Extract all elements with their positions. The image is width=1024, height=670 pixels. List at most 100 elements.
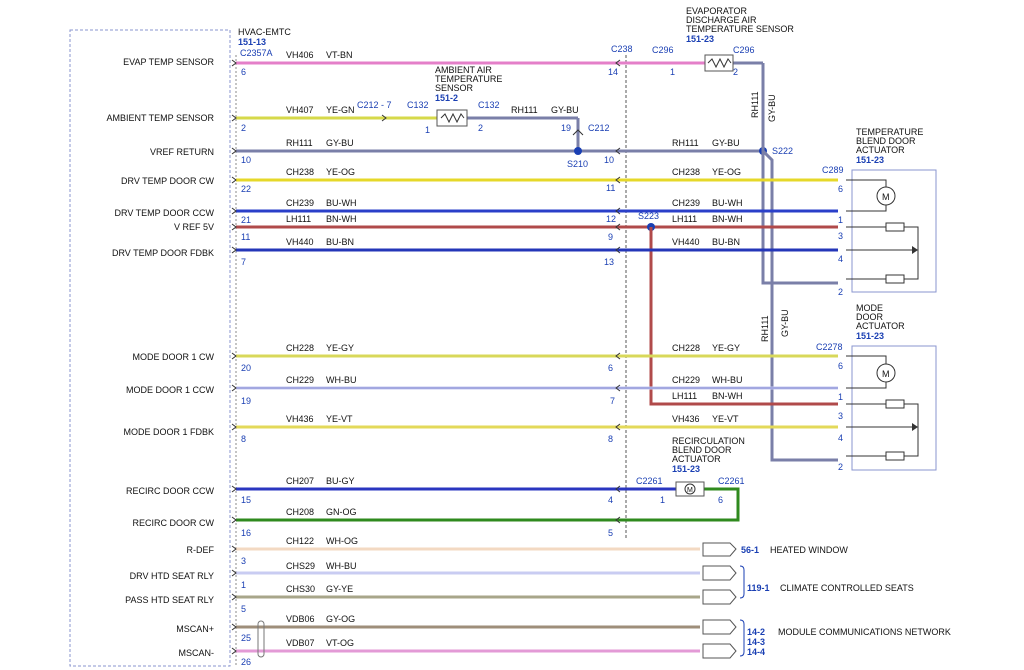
module-label: DRV TEMP DOOR FDBK [112, 248, 214, 258]
dest-ref[interactable]: 56-1 [741, 545, 759, 555]
wire-circuit: VDB06 [286, 614, 315, 624]
dest-ref[interactable]: 14-4 [747, 647, 765, 657]
c2278-label: C2278 [816, 342, 843, 352]
module-label: MODE DOOR 1 FDBK [123, 427, 214, 437]
recirc-line3: ACTUATOR [672, 454, 721, 464]
wire-drv-temp-fdbk: VH440 BU-BN 13 VH440 BU-BN [236, 237, 838, 267]
module-pin: 5 [241, 604, 246, 614]
right-color: BN-WH [712, 391, 743, 401]
mode-ref[interactable]: 151-23 [856, 331, 884, 341]
module-ref[interactable]: 151-13 [238, 37, 266, 47]
inline-pin: 5 [608, 528, 613, 538]
arrow-icon [231, 647, 237, 655]
evap-ref[interactable]: 151-23 [686, 34, 714, 44]
inline-pin: 13 [604, 257, 614, 267]
module-pin: 15 [241, 495, 251, 505]
wire-mscan-plus: VDB06 GY-OG [236, 614, 737, 635]
motor-glyph: M [687, 487, 693, 494]
temp-blend-actuator: TEMPERATURE BLEND DOOR ACTUATOR 151-23 C… [822, 127, 937, 297]
inline-pin: 14 [608, 67, 618, 77]
tb-pin: 2 [838, 287, 843, 297]
wire-mscan-minus: VDB07 VT-OG [236, 638, 737, 659]
md-pin: 4 [838, 433, 843, 443]
module-label: AMBIENT TEMP SENSOR [106, 113, 214, 123]
wire-color: BU-BN [326, 237, 354, 247]
splice-s210 [574, 147, 582, 155]
dest-ref[interactable]: 119-1 [747, 583, 770, 593]
module-pin: 20 [241, 363, 251, 373]
right-circuit: LH111 [672, 214, 697, 224]
wire-color: GN-OG [326, 507, 357, 517]
wire-color: YE-GN [326, 105, 355, 115]
dest-arrow [702, 565, 737, 581]
right-color: WH-BU [712, 375, 743, 385]
evap-line3: TEMPERATURE SENSOR [686, 24, 794, 34]
wire-pass-seat: CHS30 GY-YE [236, 584, 737, 605]
wire-circuit: CH228 [286, 343, 314, 353]
c289-label: C289 [822, 165, 844, 175]
gybu-a: GY-BU [551, 105, 579, 115]
tb-pin: 1 [838, 215, 843, 225]
module-pin: 3 [241, 556, 246, 566]
arrow-icon [231, 593, 237, 601]
dest-arrow [702, 589, 737, 605]
wire-circuit: CH239 [286, 198, 314, 208]
wire-color: WH-BU [326, 561, 357, 571]
arrow-icon [231, 516, 237, 524]
wire-color: VT-BN [326, 50, 353, 60]
wire-circuit: VDB07 [286, 638, 315, 648]
md-pin: 3 [838, 411, 843, 421]
module-pins: 6 2 10 22 21 11 7 20 19 8 15 16 3 1 5 25… [241, 67, 251, 667]
network-bracket [739, 619, 745, 657]
mode-line3: ACTUATOR [856, 321, 905, 331]
module-pin: 19 [241, 396, 251, 406]
internal-line [904, 226, 919, 280]
wiper-icon [912, 423, 918, 431]
wire-color: BN-WH [326, 214, 357, 224]
wire-circuit: CHS29 [286, 561, 315, 571]
wire-circuit: LH111 [286, 214, 311, 224]
c132b-label: C132 [478, 100, 500, 110]
inline-pin: 10 [604, 155, 614, 165]
module-pin: 10 [241, 155, 251, 165]
inline-pin: 4 [608, 495, 613, 505]
trunk-line [761, 149, 838, 462]
wire-color: GY-BU [326, 138, 354, 148]
wire-color: GY-OG [326, 614, 355, 624]
right-color: BU-BN [712, 237, 740, 247]
dest-label: HEATED WINDOW [770, 545, 848, 555]
c296-pin1: 1 [670, 67, 675, 77]
temp-blend-ref[interactable]: 151-23 [856, 155, 884, 165]
dest-ref[interactable]: 14-3 [747, 637, 765, 647]
motor-glyph: M [882, 369, 890, 379]
arrow-icon [231, 246, 237, 254]
wiring-diagram: HVAC-EMTC 151-13 C2357A C238 EVAP TEMP S… [69, 6, 951, 667]
module-pin: 22 [241, 184, 251, 194]
evap-sensor: C296 C296 1 2 EVAPORATOR DISCHARGE AIR T… [652, 6, 794, 77]
module-label: DRV TEMP DOOR CCW [114, 208, 214, 218]
pin19: 19 [561, 123, 571, 133]
recirc-ref[interactable]: 151-23 [672, 464, 700, 474]
wire-circuit: VH406 [286, 50, 314, 60]
resistor-icon [885, 399, 905, 409]
c132-pin2: 2 [478, 123, 483, 133]
wire-circuit: CH229 [286, 375, 314, 385]
wire-color: GY-YE [326, 584, 353, 594]
wire-circuit: RH111 [286, 138, 313, 148]
wire-evap: VH406 VT-BN 14 [236, 50, 763, 77]
c132a-label: C132 [407, 100, 429, 110]
dest-arrow [702, 619, 737, 635]
ambient-line3: SENSOR [435, 83, 474, 93]
md-pin: 2 [838, 462, 843, 472]
wire-drv-seat: CHS29 WH-BU [236, 561, 737, 581]
wire-circuit: CH208 [286, 507, 314, 517]
tb-pin: 3 [838, 231, 843, 241]
wire-vref-return: RH111 GY-BU S210 10 RH111 GY-BU S222 [236, 138, 793, 169]
motor-glyph: M [882, 192, 890, 202]
ambient-ref[interactable]: 151-2 [435, 93, 458, 103]
arrow-icon [231, 176, 237, 184]
module-pin: 26 [241, 657, 251, 667]
module-label: PASS HTD SEAT RLY [125, 595, 214, 605]
module-pin: 6 [241, 67, 246, 77]
dest-ref[interactable]: 14-2 [747, 627, 765, 637]
